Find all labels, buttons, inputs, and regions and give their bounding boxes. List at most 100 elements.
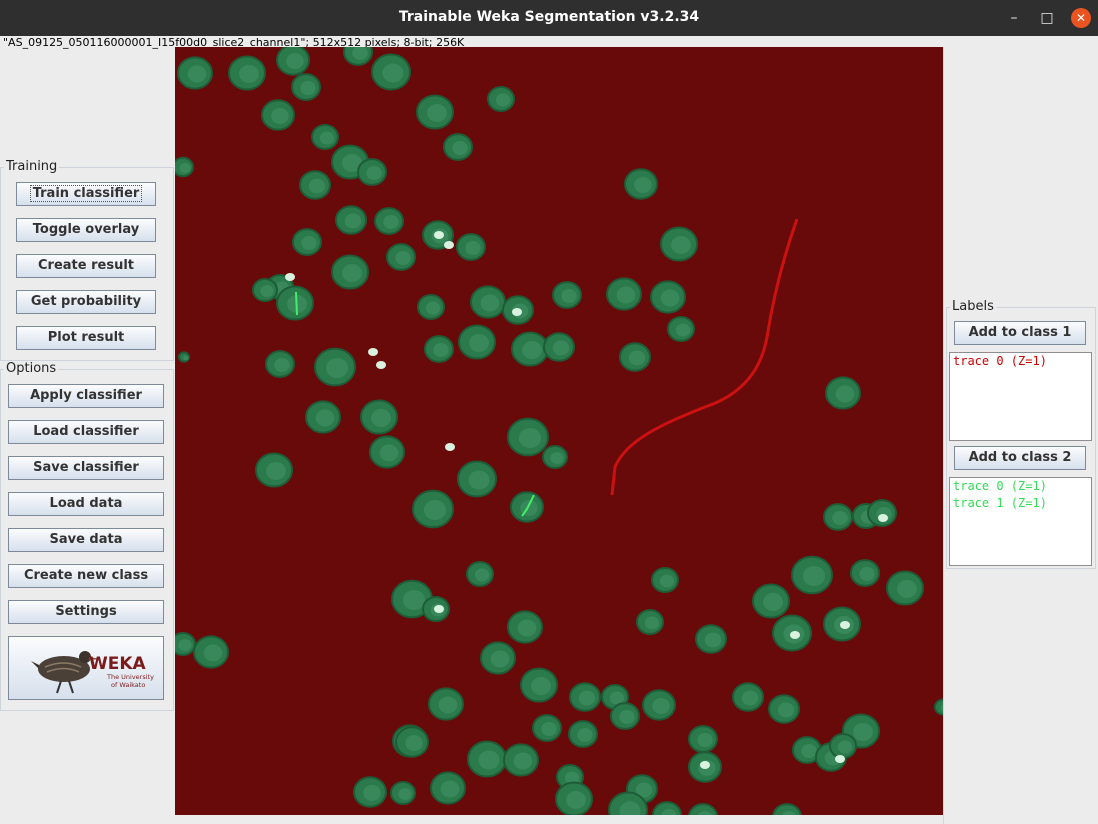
segmented-cell-core: [383, 215, 399, 229]
segmented-cell-core: [398, 788, 412, 800]
segmented-cell-core: [675, 323, 691, 337]
load-data-button[interactable]: Load data: [8, 492, 164, 516]
apply-classifier-button[interactable]: Apply classifier: [8, 384, 164, 408]
segmented-cell-core: [628, 350, 646, 366]
image-canvas[interactable]: [175, 47, 943, 815]
segmented-cell-core: [452, 141, 468, 155]
cell-highlight: [700, 761, 710, 769]
window-title: Trainable Weka Segmentation v3.2.34: [398, 9, 700, 25]
segmented-cell-core: [308, 178, 326, 194]
cell-highlight: [878, 514, 888, 522]
maximize-icon[interactable]: □: [1037, 8, 1057, 28]
segmented-cell-core: [301, 236, 317, 250]
segmented-cell-core: [671, 236, 691, 254]
segmented-cell-core: [697, 733, 713, 747]
window-titlebar: Trainable Weka Segmentation v3.2.34 – □ …: [0, 0, 1098, 36]
segmented-cell-core: [577, 728, 593, 742]
segmented-cell-core: [801, 744, 817, 758]
segmented-cell-core: [438, 696, 458, 714]
training-legend: Training: [4, 159, 60, 174]
segmented-cell-core: [513, 752, 533, 770]
settings-button[interactable]: Settings: [8, 600, 164, 624]
weka-logo-subtitle1: The University: [106, 673, 154, 681]
toggle-overlay-button[interactable]: Toggle overlay: [16, 218, 156, 242]
segmented-cell-core: [183, 355, 189, 361]
segmented-cell-core: [363, 785, 381, 801]
create-result-button[interactable]: Create result: [16, 254, 156, 278]
labels-legend: Labels: [950, 299, 996, 314]
segmented-cell-core: [427, 104, 447, 122]
class2-trace-item[interactable]: trace 1 (Z=1): [953, 495, 1091, 512]
segmentation-overlay[interactable]: [175, 47, 943, 815]
segmented-cell-core: [315, 409, 335, 427]
segmented-cell-core: [382, 63, 404, 83]
cell-highlight: [835, 755, 845, 763]
cell-highlight: [368, 348, 378, 356]
segmented-cell-core: [344, 213, 362, 229]
save-classifier-button[interactable]: Save classifier: [8, 456, 164, 480]
segmented-cell-core: [239, 65, 259, 83]
class1-trace-list[interactable]: trace 0 (Z=1): [949, 352, 1092, 441]
segmented-cell-core: [424, 500, 446, 520]
close-icon[interactable]: ✕: [1071, 8, 1091, 28]
segmented-cell-core: [405, 735, 423, 751]
segmented-cell-core: [366, 166, 382, 180]
train-classifier-button[interactable]: Train classifier: [16, 182, 156, 206]
segmented-cell-core: [478, 750, 500, 770]
segmented-cell-core: [379, 444, 399, 462]
segmented-cell-core: [634, 177, 652, 193]
segmented-cell-core: [522, 341, 542, 359]
segmented-cell-core: [469, 334, 489, 352]
add-to-class-1-button[interactable]: Add to class 1: [954, 321, 1086, 345]
load-classifier-button[interactable]: Load classifier: [8, 420, 164, 444]
segmented-cell-core: [803, 566, 825, 586]
plot-result-button[interactable]: Plot result: [16, 326, 156, 350]
segmented-cell-core: [832, 511, 848, 525]
class2-trace-0: [295, 291, 298, 316]
segmented-cell-core: [179, 163, 191, 173]
class2-trace-item[interactable]: trace 0 (Z=1): [953, 478, 1091, 495]
cell-highlight: [434, 231, 444, 239]
segmented-cell-core: [777, 702, 795, 718]
segmented-cell-core: [519, 428, 541, 448]
segmented-cell-core: [203, 644, 223, 662]
class1-trace-item[interactable]: trace 0 (Z=1): [953, 353, 1091, 370]
segmented-cell-core: [763, 593, 783, 611]
weka-logo-text: WEKA: [89, 654, 147, 674]
segmented-cell-core: [578, 690, 596, 706]
class2-trace-list[interactable]: trace 0 (Z=1) trace 1 (Z=1): [949, 477, 1092, 566]
segmented-cell-core: [897, 580, 917, 598]
segmented-cell-core: [835, 385, 855, 403]
segmented-cell-core: [342, 264, 362, 282]
segmented-cell-core: [616, 286, 636, 304]
segmented-cell-core: [395, 251, 411, 265]
segmented-cell-core: [474, 568, 490, 582]
options-legend: Options: [4, 361, 59, 376]
save-data-button[interactable]: Save data: [8, 528, 164, 552]
weka-logo-subtitle2: of Waikato: [111, 681, 145, 689]
segmented-cell-core: [260, 285, 274, 297]
segmented-cell-core: [326, 358, 348, 378]
segmented-cell-core: [550, 452, 564, 464]
segmented-cell-core: [271, 108, 289, 124]
segmented-cell-core: [403, 590, 425, 610]
segmented-cell-core: [741, 690, 759, 706]
cell-highlight: [840, 621, 850, 629]
segmented-cell-core: [495, 93, 511, 107]
segmented-cell-core: [531, 677, 551, 695]
add-to-class-2-button[interactable]: Add to class 2: [954, 446, 1086, 470]
segmented-cell-core: [859, 567, 875, 581]
segmented-cell-core: [300, 81, 316, 95]
segmented-cell-core: [541, 722, 557, 736]
segmented-cell-core: [517, 619, 537, 637]
get-probability-button[interactable]: Get probability: [16, 290, 156, 314]
segmented-cell-core: [853, 723, 873, 741]
segmented-cell-core: [561, 289, 577, 303]
cell-highlight: [434, 605, 444, 613]
segmented-cell-core: [480, 294, 500, 312]
cell-highlight: [790, 631, 800, 639]
weka-logo-button[interactable]: WEKA The University of Waikato: [8, 636, 164, 700]
create-new-class-button[interactable]: Create new class: [8, 564, 164, 588]
minimize-icon[interactable]: –: [1004, 8, 1024, 28]
cell-highlight: [376, 361, 386, 369]
